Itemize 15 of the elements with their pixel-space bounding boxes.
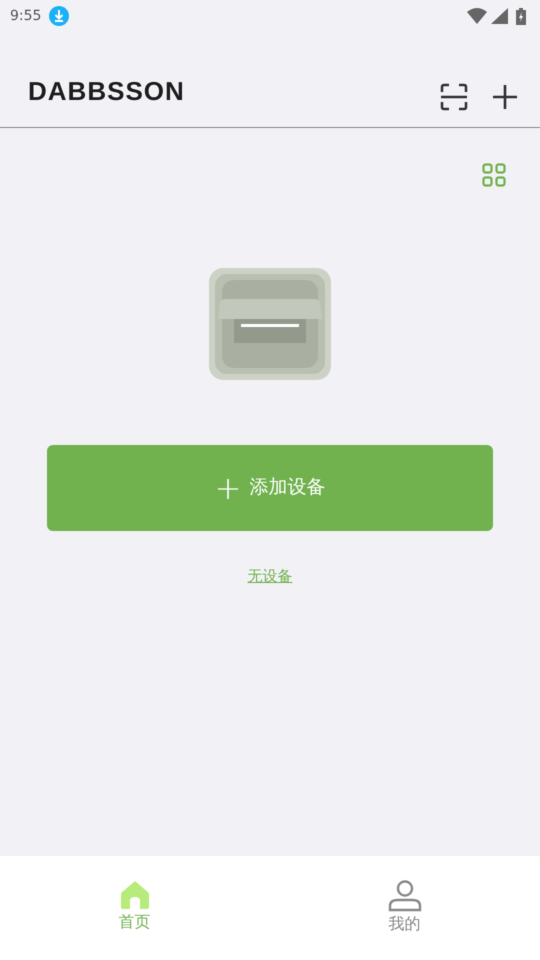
profile-icon xyxy=(388,880,422,912)
brand-logo: DABBSSON xyxy=(28,75,185,108)
scan-button[interactable] xyxy=(440,83,468,111)
home-icon xyxy=(120,880,150,910)
signal-icon xyxy=(491,8,508,24)
nav-tab[interactable]: 首页 xyxy=(0,856,269,960)
battery-icon xyxy=(516,8,526,24)
nav-tab[interactable]: 我的 xyxy=(269,856,540,960)
wifi-icon xyxy=(467,8,487,24)
add-device-button[interactable]: + 添加设备 xyxy=(47,444,493,531)
add-icon-button[interactable] xyxy=(492,84,518,110)
download-icon xyxy=(49,6,70,26)
status-time: 9:55 xyxy=(10,6,42,26)
no-device-link[interactable]: 无设备 xyxy=(248,564,292,588)
device-icon xyxy=(208,266,332,381)
